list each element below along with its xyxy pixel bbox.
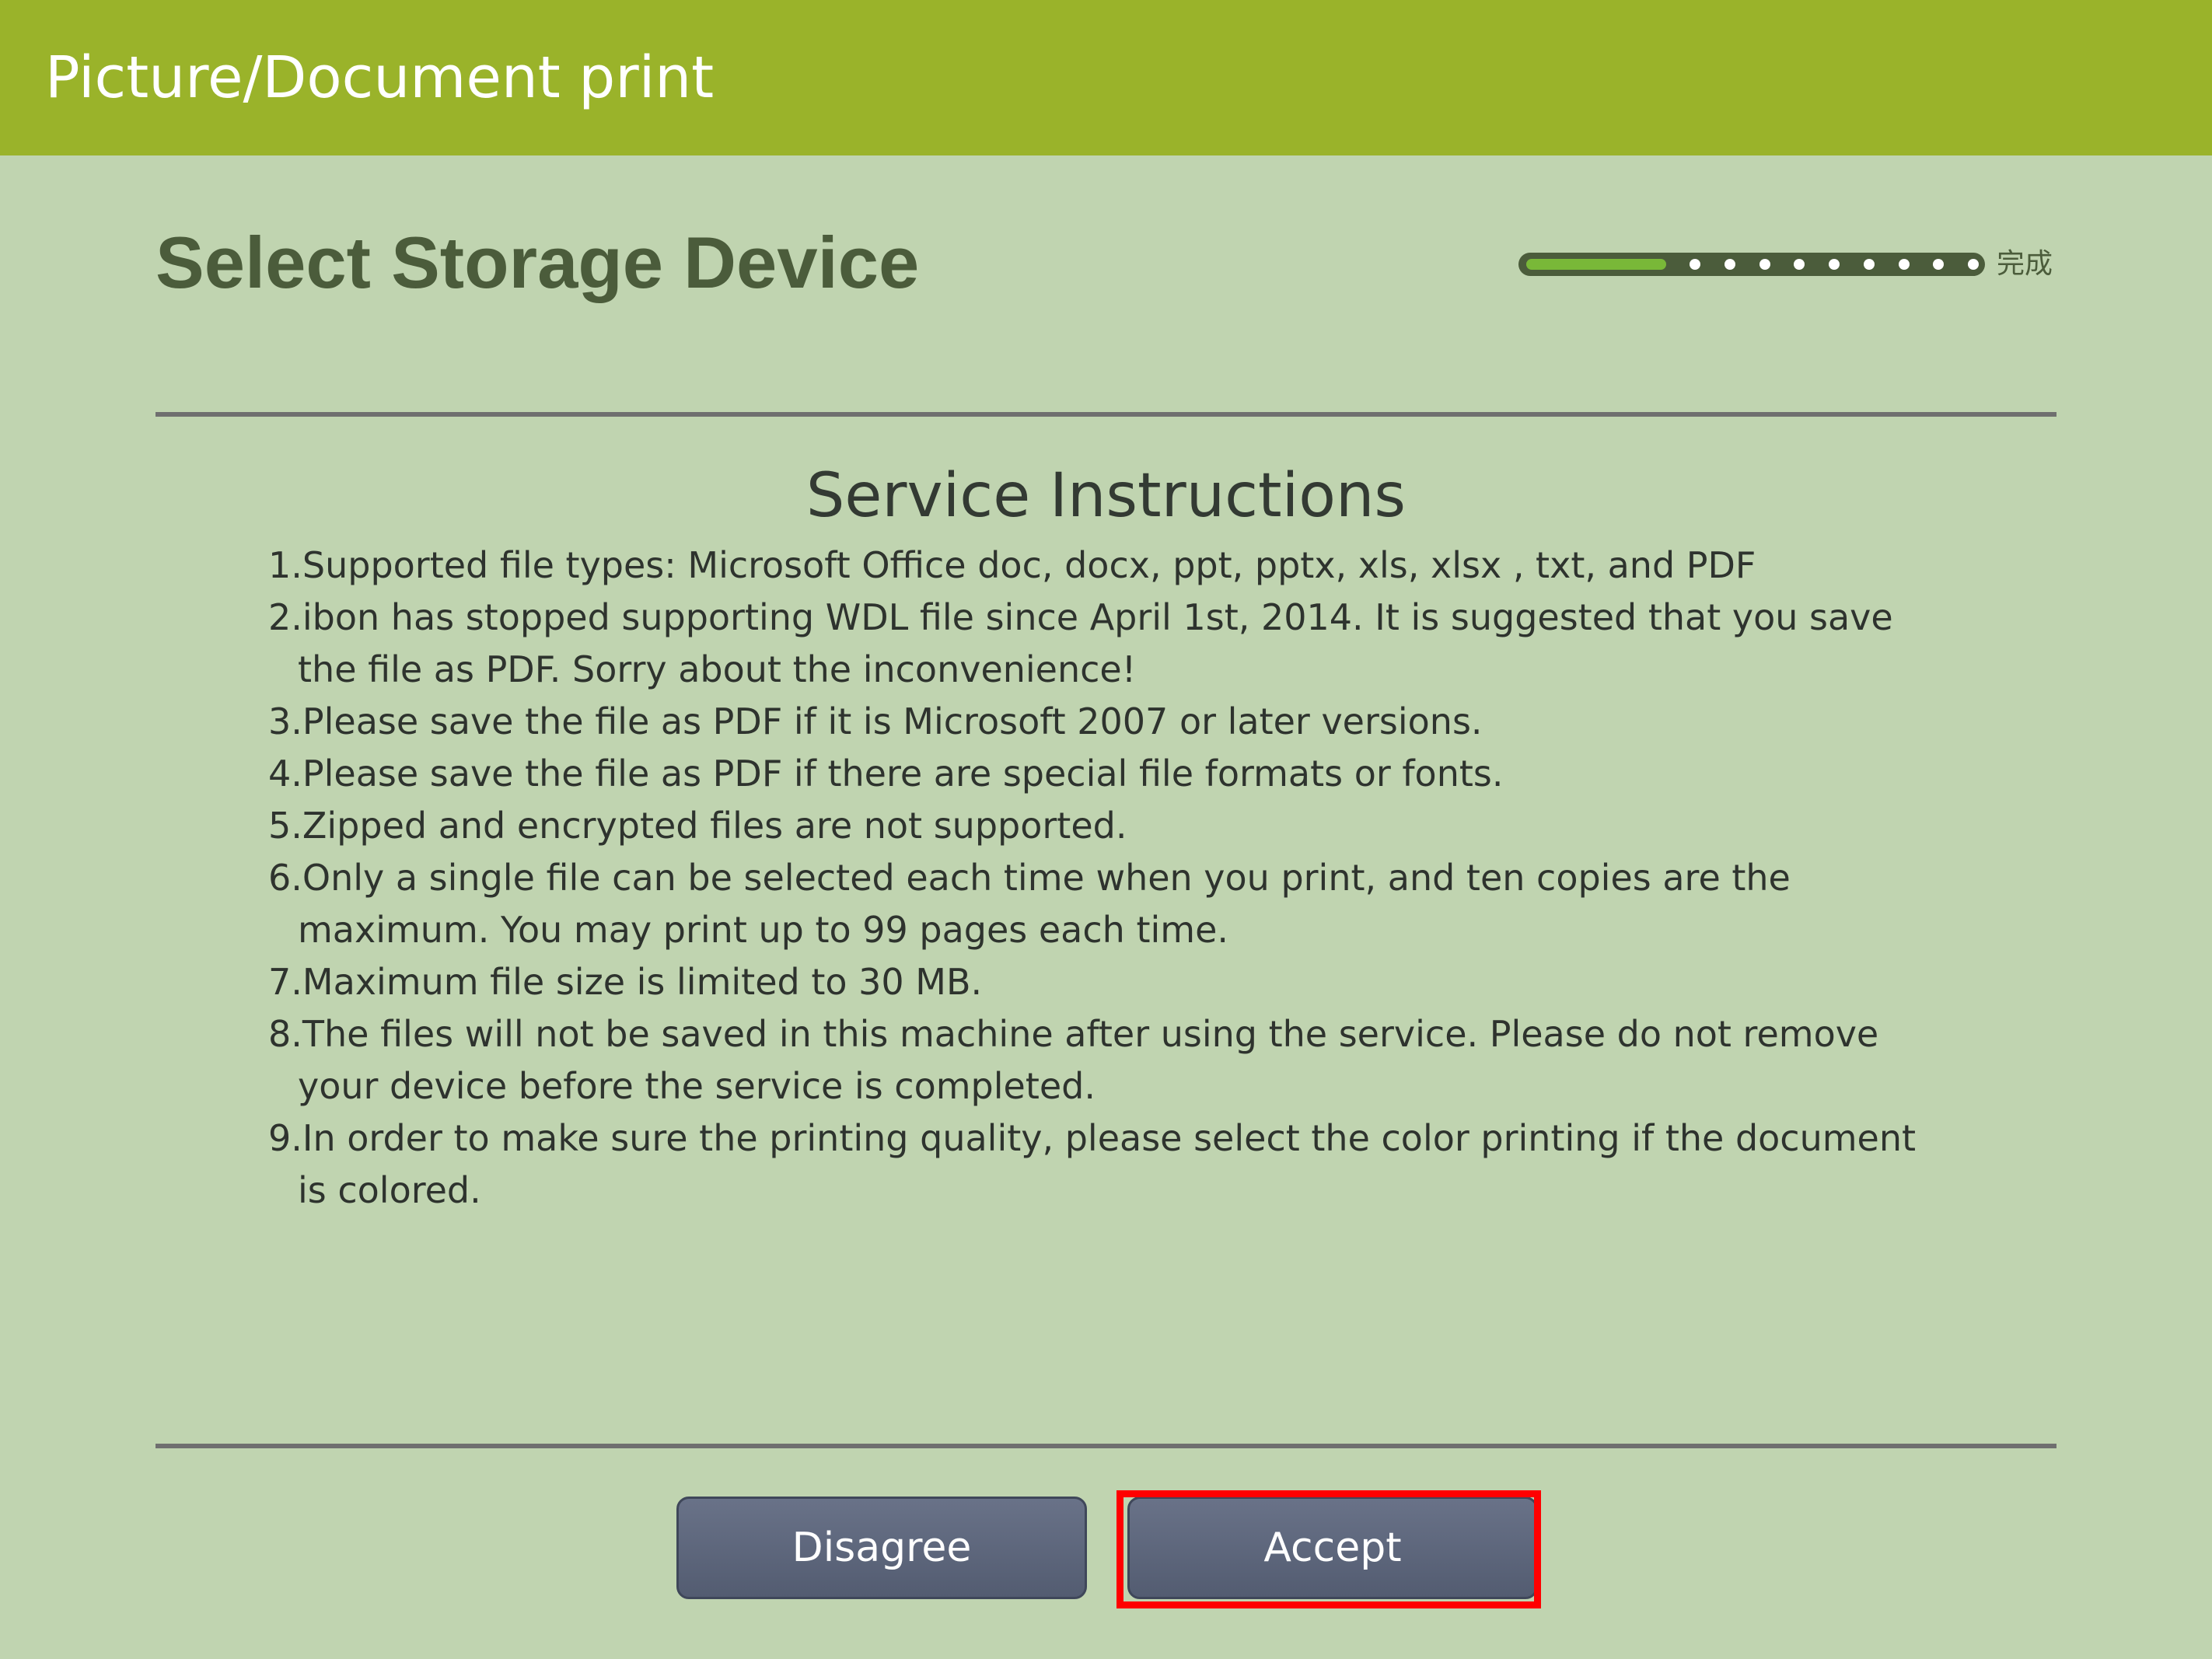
progress-step-dot	[1863, 259, 1875, 270]
progress-fill	[1526, 259, 1666, 270]
disagree-button[interactable]: Disagree	[676, 1497, 1087, 1599]
instruction-item: 7.Maximum file size is limited to 30 MB.	[268, 961, 983, 1003]
top-divider	[156, 412, 2056, 417]
progress-indicator	[1518, 253, 1985, 276]
instruction-item: 5.Zipped and encrypted files are not sup…	[268, 805, 1127, 847]
progress-step-dot	[1724, 259, 1735, 270]
instruction-item: 9.In order to make sure the printing qua…	[268, 1117, 1917, 1211]
progress-step-dot	[1794, 259, 1805, 270]
progress-steps	[1690, 253, 1979, 276]
instruction-list: 1.Supported file types: Microsoft Office…	[156, 540, 1924, 1217]
bottom-divider	[156, 1444, 2056, 1448]
instructions-heading: Service Instructions	[805, 461, 1407, 531]
app-title: Picture/Document print	[45, 44, 715, 111]
progress-step-dot	[1898, 259, 1910, 270]
progress-complete-label: 完成	[1997, 248, 2053, 280]
progress-step-dot	[1933, 259, 1945, 270]
service-instructions: Service Instructions 1.Supported file ty…	[156, 457, 2056, 1217]
progress-step-dot	[1829, 259, 1840, 270]
progress-step-dot	[1690, 259, 1700, 270]
instruction-item: 8.The files will not be saved in this ma…	[268, 1013, 1879, 1107]
instruction-item: 1.Supported file types: Microsoft Office…	[268, 544, 1756, 586]
instruction-item: 6.Only a single file can be selected eac…	[268, 857, 1791, 951]
progress-step-dot	[1759, 259, 1770, 270]
instruction-item: 2.ibon has stopped supporting WDL file s…	[268, 596, 1893, 690]
progress-step-dot	[1968, 259, 1979, 270]
instruction-item: 3.Please save the file as PDF if it is M…	[268, 700, 1483, 742]
page-title: Select Storage Device	[156, 222, 920, 303]
header-bar: Picture/Document print	[0, 0, 2212, 155]
accept-button[interactable]: Accept	[1127, 1497, 1538, 1599]
instruction-item: 4.Please save the file as PDF if there a…	[268, 753, 1504, 795]
